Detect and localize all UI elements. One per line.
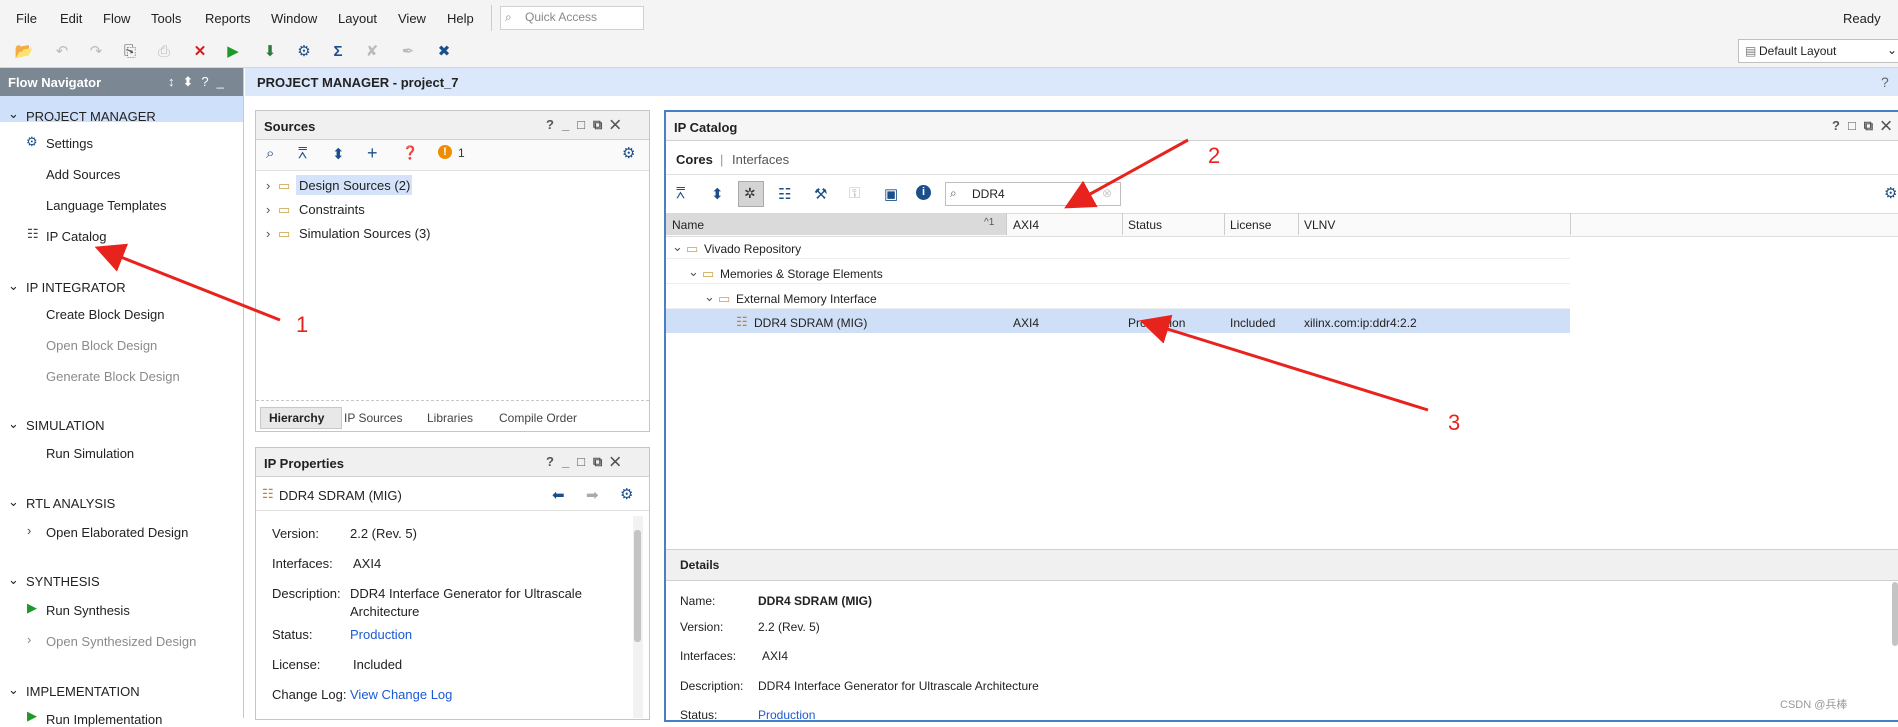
annotation-label-1: 1 xyxy=(296,312,309,337)
annotation-label-2: 2 xyxy=(1208,143,1221,168)
arrow-1 xyxy=(94,243,281,322)
arrow-3 xyxy=(1139,314,1429,412)
annotation-arrows xyxy=(94,138,1429,412)
annotation-label-3: 3 xyxy=(1448,410,1461,435)
arrow-2 xyxy=(1064,138,1189,209)
